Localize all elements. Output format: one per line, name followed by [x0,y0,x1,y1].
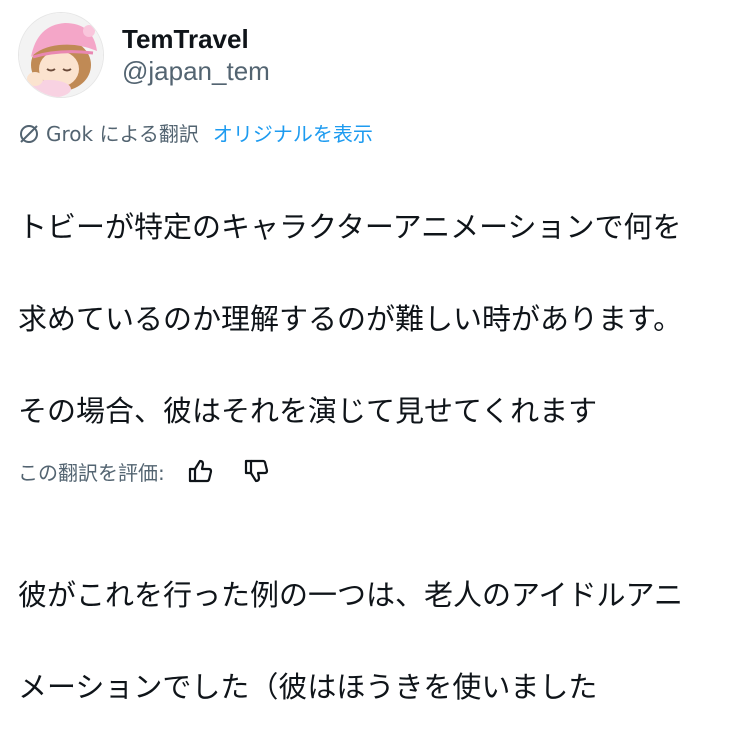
grok-icon [18,123,40,145]
rate-translation-label: この翻訳を評価: [18,460,165,485]
translated-by-label: Grok による翻訳 [46,122,199,146]
sleeping-character-avatar-icon [19,13,103,97]
thumbs-up-icon[interactable] [183,454,217,488]
post-line: 求めているのか理解するのが難しい時があります。 [18,302,683,336]
rate-translation-bar: この翻訳を評価: [18,454,273,488]
avatar[interactable] [18,12,104,98]
show-original-link[interactable]: オリジナルを表示 [213,120,373,148]
post-line: 彼がこれを行った例の一つは、老人のアイドルアニ [18,578,683,612]
post-line: トビーが特定のキャラクターアニメーションで何を [18,210,682,244]
translated-post: TemTravel @japan_tem Grok による翻訳 オリジナルを表示… [0,0,750,704]
user-handle[interactable]: @japan_tem [122,55,270,87]
post-line: その場合、彼はそれを演じて見せてくれます [18,394,598,428]
post-line: メーションでした（彼はほうきを使いました [18,670,598,704]
translation-bar: Grok による翻訳 オリジナルを表示 [18,120,373,148]
thumbs-down-icon[interactable] [239,454,273,488]
post-header: TemTravel @japan_tem [18,12,270,98]
author-names: TemTravel @japan_tem [122,23,270,87]
display-name[interactable]: TemTravel [122,23,270,55]
